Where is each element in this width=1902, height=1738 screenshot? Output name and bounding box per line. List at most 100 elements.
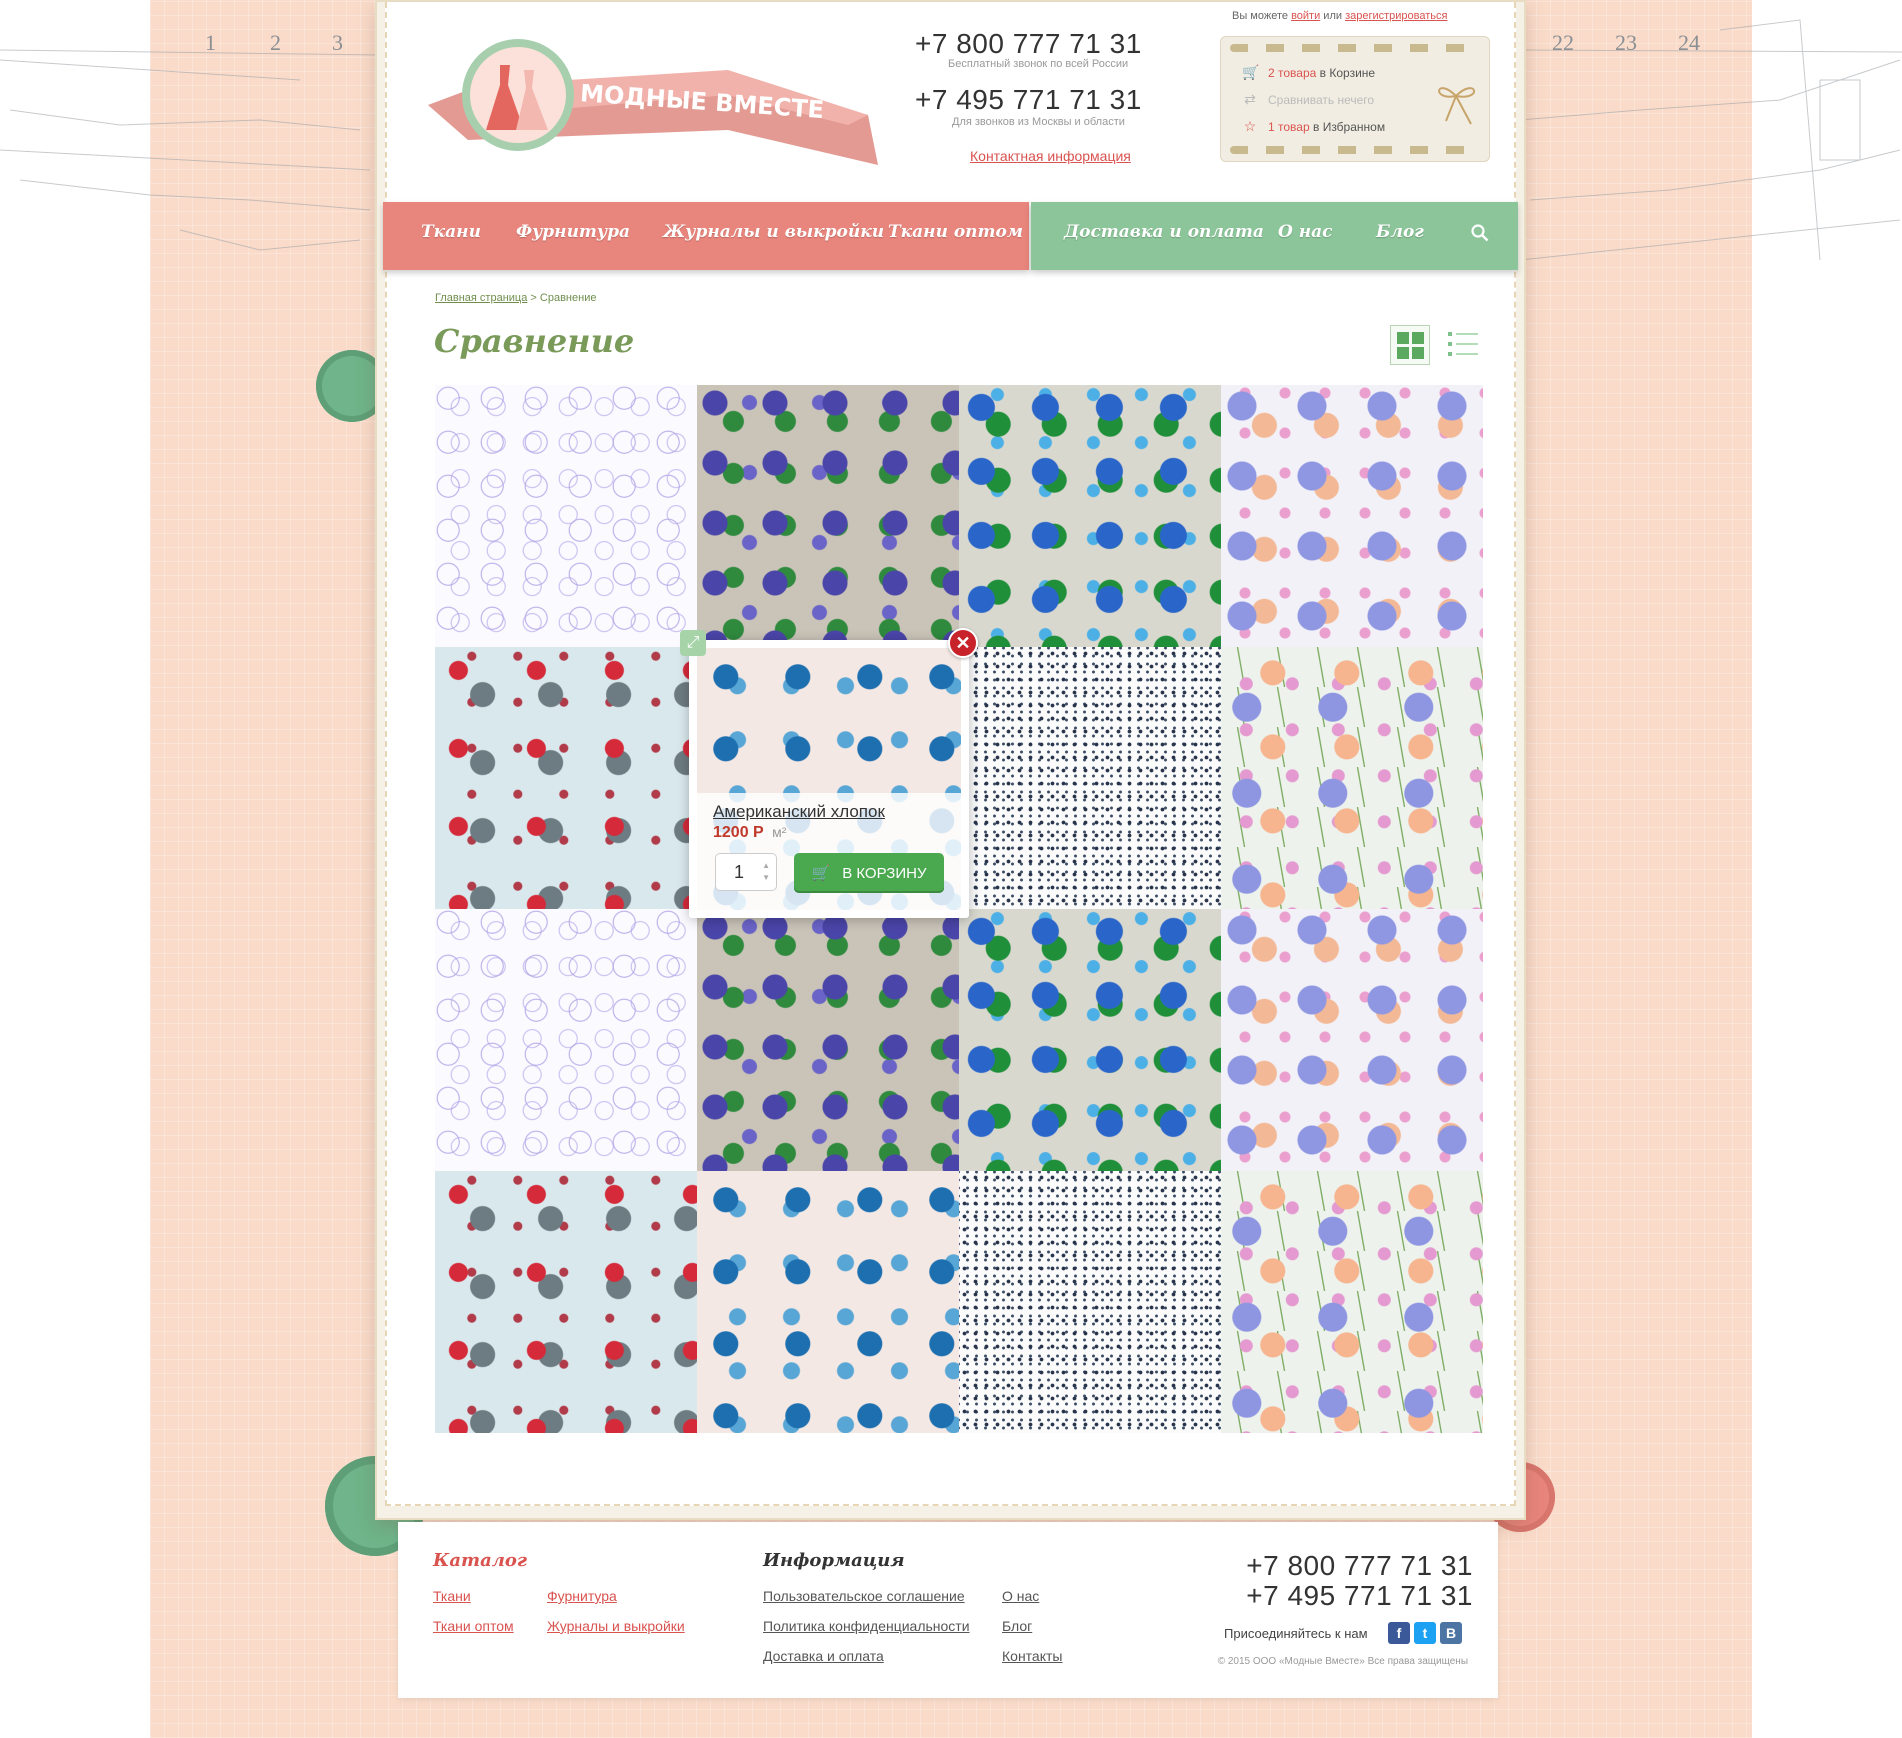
footer-link-accessories[interactable]: Фурнитура bbox=[547, 1588, 617, 1604]
footer-link-wholesale[interactable]: Ткани оптом bbox=[433, 1618, 514, 1634]
ruler-number: 24 bbox=[1678, 30, 1700, 55]
quantity-stepper[interactable]: 1 ▲ ▼ bbox=[715, 853, 777, 891]
footer: Каталог Ткани Фурнитура Ткани оптом Журн… bbox=[398, 1522, 1498, 1698]
facebook-icon[interactable]: f bbox=[1388, 1622, 1410, 1644]
header-phone-2[interactable]: +7 495 771 71 31 bbox=[915, 84, 1142, 116]
footer-catalog-heading: Каталог bbox=[433, 1550, 528, 1571]
cart-icon: 🛒 bbox=[1242, 64, 1260, 80]
product-tile[interactable] bbox=[1221, 909, 1483, 1171]
list-view-icon[interactable] bbox=[1448, 330, 1478, 358]
nav-item-delivery[interactable]: Доставка и оплата bbox=[1064, 222, 1264, 242]
search-icon[interactable] bbox=[1471, 224, 1489, 242]
footer-link-magazines[interactable]: Журналы и выкройки bbox=[547, 1618, 685, 1634]
product-tile[interactable] bbox=[435, 385, 697, 647]
footer-link-contacts[interactable]: Контакты bbox=[1002, 1648, 1062, 1664]
ruler-number: 2 bbox=[270, 30, 281, 55]
header-phone-2-caption: Для звонков из Москвы и области bbox=[952, 116, 1125, 128]
twine-bow-icon bbox=[1438, 87, 1475, 125]
add-to-cart-button[interactable]: 🛒 В КОРЗИНУ bbox=[794, 853, 944, 893]
cart-count: 2 товара bbox=[1268, 65, 1317, 80]
favorites-label: в Избранном bbox=[1312, 119, 1386, 134]
price-unit: м² bbox=[772, 824, 787, 840]
footer-phone-1[interactable]: +7 800 777 71 31 bbox=[1246, 1550, 1473, 1582]
product-tile[interactable] bbox=[1221, 647, 1483, 909]
nav-item-blog[interactable]: Блог bbox=[1376, 222, 1424, 242]
contact-info-link[interactable]: Контактная информация bbox=[970, 148, 1131, 164]
product-tile[interactable] bbox=[959, 385, 1221, 647]
price-currency: Р bbox=[753, 824, 764, 841]
compare-status: ⇄ Сравнивать нечего bbox=[1242, 91, 1374, 108]
favorites-count: 1 товар bbox=[1268, 119, 1310, 134]
cart-status[interactable]: 🛒 2 товара в Корзине bbox=[1242, 64, 1375, 81]
grid-cell-icon bbox=[1396, 346, 1409, 359]
login-link[interactable]: войти bbox=[1291, 10, 1320, 22]
header-phone-1-caption: Бесплатный звонок по всей России bbox=[948, 58, 1129, 70]
product-tile[interactable] bbox=[1221, 385, 1483, 647]
nav-item-magazines[interactable]: Журналы и выкройки bbox=[663, 222, 884, 242]
cart-label: в Корзине bbox=[1319, 65, 1376, 80]
breadcrumb-separator: > bbox=[530, 292, 537, 304]
register-link[interactable]: зарегистрироваться bbox=[1345, 10, 1447, 22]
page-title: Сравнение bbox=[434, 322, 635, 360]
mini-cart-card: 🛒 2 товара в Корзине ⇄ Сравнивать нечего… bbox=[1220, 36, 1490, 162]
star-icon: ☆ bbox=[1243, 118, 1257, 134]
remove-from-compare-icon[interactable]: ✕ bbox=[948, 628, 978, 658]
favorites-status[interactable]: ☆ 1 товар в Избранном bbox=[1242, 118, 1385, 135]
ruler-number: 23 bbox=[1615, 30, 1637, 55]
product-tile[interactable] bbox=[697, 385, 959, 647]
footer-phone-2[interactable]: +7 495 771 71 31 bbox=[1246, 1580, 1473, 1612]
product-tile[interactable] bbox=[697, 1171, 959, 1433]
breadcrumb-current: Сравнение bbox=[539, 292, 597, 304]
sewing-pattern-right-decoration bbox=[1520, 19, 1902, 261]
stepper-arrows-icon[interactable]: ▲ ▼ bbox=[762, 860, 770, 884]
breadcrumb: Главная страница > Сравнение bbox=[435, 292, 596, 304]
product-name-link[interactable]: Американский хлопок bbox=[713, 802, 885, 822]
vk-icon[interactable]: B bbox=[1440, 1622, 1462, 1644]
auth-prefix: Вы можете bbox=[1232, 10, 1288, 22]
product-tile[interactable] bbox=[435, 1171, 697, 1433]
footer-copyright: © 2015 ООО «Модные Вместе» Все права защ… bbox=[1217, 1656, 1468, 1667]
nav-item-fabrics[interactable]: Ткани bbox=[421, 222, 481, 242]
grid-cell-icon bbox=[1396, 331, 1409, 344]
quantity-value: 1 bbox=[734, 862, 745, 882]
product-tile[interactable] bbox=[435, 909, 697, 1171]
nav-item-about[interactable]: О нас bbox=[1278, 222, 1333, 242]
main-nav-right: Доставка и оплата О нас Блог bbox=[1031, 202, 1518, 270]
breadcrumb-home[interactable]: Главная страница bbox=[435, 292, 527, 304]
grid-view-button[interactable] bbox=[1390, 325, 1430, 365]
footer-link-about[interactable]: О нас bbox=[1002, 1588, 1039, 1604]
footer-link-fabrics[interactable]: Ткани bbox=[433, 1588, 471, 1604]
grid-cell-icon bbox=[1411, 346, 1424, 359]
twitter-icon[interactable]: t bbox=[1414, 1622, 1436, 1644]
product-tile[interactable] bbox=[959, 1171, 1221, 1433]
expand-icon[interactable]: ⤢ bbox=[680, 630, 706, 656]
header-phone-1[interactable]: +7 800 777 71 31 bbox=[915, 28, 1142, 60]
main-nav-left: Ткани Фурнитура Журналы и выкройки Ткани… bbox=[383, 202, 1029, 270]
product-price: 1200 Р м² bbox=[713, 824, 786, 842]
product-quick-view: Американский хлопок 1200 Р м² 1 ▲ ▼ 🛒 В К… bbox=[689, 640, 969, 918]
stitch-decoration bbox=[1230, 146, 1480, 154]
product-tile[interactable] bbox=[1221, 1171, 1483, 1433]
product-tile[interactable] bbox=[959, 909, 1221, 1171]
ruler-number: 3 bbox=[332, 30, 343, 55]
nav-item-accessories[interactable]: Фурнитура bbox=[516, 222, 630, 242]
product-tile[interactable] bbox=[697, 909, 959, 1171]
site-logo[interactable]: МОДНЫЕ ВМЕСТЕ bbox=[428, 30, 888, 180]
compare-icon: ⇄ bbox=[1244, 91, 1256, 107]
auth-links: Вы можете войти или зарегистрироваться bbox=[1232, 10, 1448, 22]
footer-join-label: Присоединяйтесь к нам bbox=[1224, 1626, 1368, 1641]
ruler-number: 22 bbox=[1552, 30, 1574, 55]
cart-icon: 🛒 bbox=[811, 865, 831, 882]
add-to-cart-label: В КОРЗИНУ bbox=[842, 864, 927, 882]
stitch-decoration bbox=[1230, 44, 1480, 52]
sewing-pattern-left-decoration bbox=[0, 49, 380, 251]
product-tile[interactable] bbox=[959, 647, 1221, 909]
product-tile[interactable] bbox=[435, 647, 697, 909]
footer-link-blog[interactable]: Блог bbox=[1002, 1618, 1032, 1634]
footer-link-delivery[interactable]: Доставка и оплата bbox=[763, 1648, 884, 1664]
footer-link-privacy[interactable]: Политика конфиденциальности bbox=[763, 1618, 970, 1634]
ruler-number: 1 bbox=[205, 30, 216, 55]
nav-item-wholesale[interactable]: Ткани оптом bbox=[888, 222, 1023, 242]
compare-label: Сравнивать нечего bbox=[1268, 92, 1375, 107]
footer-link-user-agreement[interactable]: Пользовательское соглашение bbox=[763, 1588, 965, 1604]
